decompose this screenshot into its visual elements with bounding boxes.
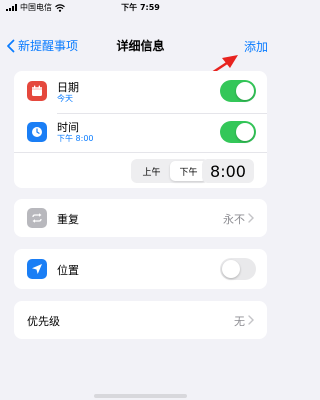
calendar-icon <box>27 81 47 101</box>
date-toggle[interactable] <box>220 80 256 102</box>
chevron-right-icon <box>248 213 254 223</box>
add-button[interactable]: 添加 <box>244 38 268 55</box>
priority-title: 优先级 <box>27 315 60 328</box>
repeat-card[interactable]: 重复 永不 <box>14 199 267 237</box>
am-pm-segmented-control: 上午 下午 <box>131 159 209 183</box>
location-card: 位置 <box>14 249 267 289</box>
priority-value: 无 <box>234 315 245 328</box>
time-subtitle: 下午 8:00 <box>57 134 94 143</box>
location-toggle[interactable] <box>220 258 256 280</box>
time-row[interactable]: 时间 下午 8:00 <box>14 114 267 152</box>
clock-icon <box>27 122 47 142</box>
divider <box>14 152 267 153</box>
priority-card[interactable]: 优先级 无 <box>14 301 267 339</box>
repeat-title: 重复 <box>57 213 79 226</box>
location-arrow-icon <box>27 259 47 279</box>
home-indicator <box>94 394 187 398</box>
date-row[interactable]: 日期 今天 <box>14 71 267 111</box>
time-picker[interactable]: 8:00 <box>202 159 254 183</box>
date-time-card: 日期 今天 时间 下午 8:00 上午 下午 8:00 <box>14 71 267 188</box>
am-segment[interactable]: 上午 <box>133 161 170 181</box>
repeat-icon <box>27 208 47 228</box>
repeat-value: 永不 <box>223 213 245 226</box>
status-bar: 中国电信 下午 7:59 <box>0 0 281 14</box>
location-title: 位置 <box>57 264 79 277</box>
chevron-right-icon <box>248 315 254 325</box>
time-toggle[interactable] <box>220 121 256 143</box>
status-time: 下午 7:59 <box>121 3 160 12</box>
date-subtitle: 今天 <box>57 94 73 103</box>
